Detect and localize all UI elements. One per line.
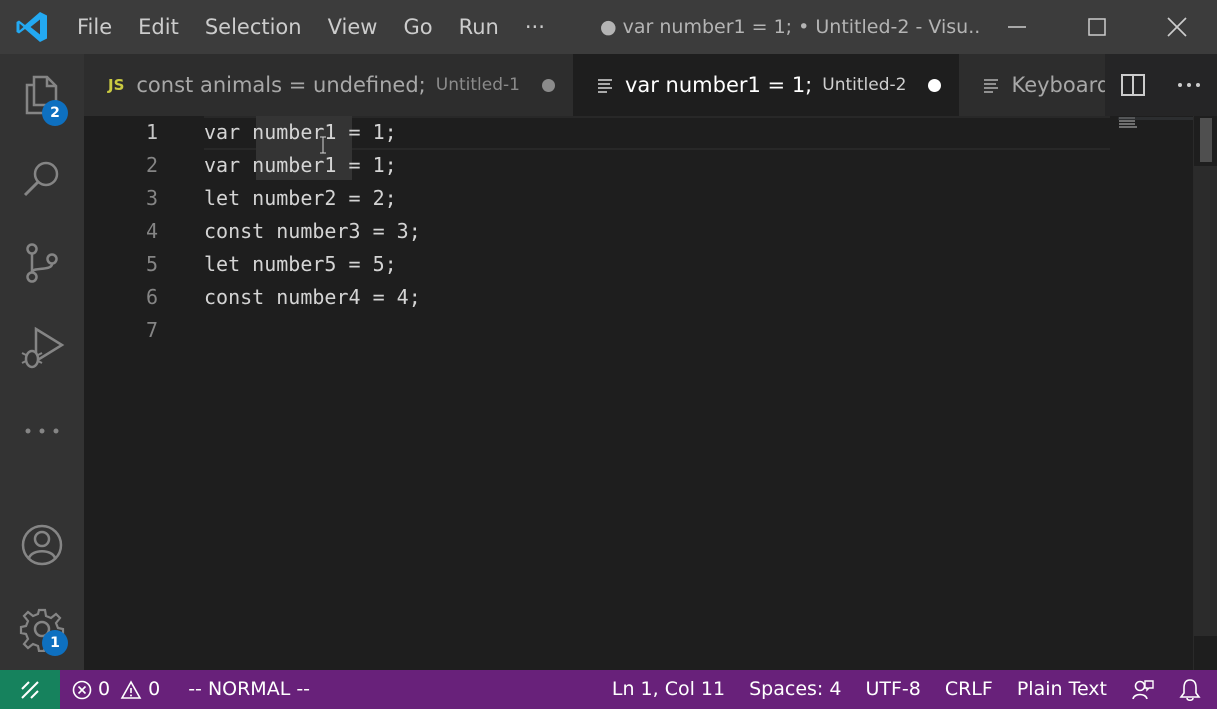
status-bar: 0 0 -- NORMAL -- Ln 1, Col 11 Spaces: 4 … xyxy=(0,670,1217,709)
vertical-scrollbar[interactable] xyxy=(1193,116,1217,670)
editor-tabs: JS const animals = undefined; Untitled-1… xyxy=(84,54,1217,116)
code-line[interactable]: 7 xyxy=(84,314,1109,347)
menu-run[interactable]: Run xyxy=(446,0,512,54)
code-line[interactable]: 5 let number5 = 5; xyxy=(84,248,1109,281)
line-text[interactable]: const number4 = 4; xyxy=(204,281,421,314)
window-controls xyxy=(977,0,1217,54)
account-icon xyxy=(21,524,63,566)
notifications-button[interactable] xyxy=(1167,670,1217,709)
code-line[interactable]: 4 const number3 = 3; xyxy=(84,215,1109,248)
menu-file[interactable]: File xyxy=(64,0,125,54)
minimap-preview xyxy=(1118,117,1193,128)
close-button[interactable] xyxy=(1137,0,1217,54)
tab-untitled-1[interactable]: JS const animals = undefined; Untitled-1 xyxy=(84,54,573,116)
tab-keyboard-shortcuts[interactable]: Keyboard xyxy=(959,54,1129,116)
menu-selection[interactable]: Selection xyxy=(192,0,315,54)
scrollbar-track[interactable] xyxy=(1194,166,1217,636)
unsaved-dot-icon[interactable] xyxy=(541,78,555,92)
tab-untitled-2[interactable]: var number1 = 1; Untitled-2 xyxy=(572,54,960,116)
line-number: 5 xyxy=(145,252,158,276)
maximize-button[interactable] xyxy=(1057,0,1137,54)
feedback-icon xyxy=(1132,679,1154,699)
menu-go[interactable]: Go xyxy=(390,0,445,54)
tab-label: var number1 = 1; xyxy=(624,73,813,97)
cursor-position[interactable]: Ln 1, Col 11 xyxy=(600,670,737,709)
code-line[interactable]: 6 const number4 = 4; xyxy=(84,281,1109,314)
unsaved-dot-icon[interactable] xyxy=(928,78,942,92)
line-text[interactable]: var number1 = 1; xyxy=(204,116,397,149)
activity-manage[interactable]: 1 xyxy=(0,592,84,666)
maximize-icon xyxy=(1088,18,1106,36)
line-text[interactable]: const number3 = 3; xyxy=(204,215,421,248)
minimap[interactable] xyxy=(1118,116,1193,136)
line-number: 6 xyxy=(145,285,158,309)
activity-bar: 2 1 xyxy=(0,54,84,670)
minimize-button[interactable] xyxy=(977,0,1057,54)
title-bar: File Edit Selection View Go Run ··· ● va… xyxy=(0,0,1217,54)
activity-run-debug[interactable] xyxy=(0,310,84,384)
problems-indicator[interactable]: 0 0 xyxy=(60,670,172,709)
window-title: ● var number1 = 1; • Untitled-2 - Visu..… xyxy=(600,16,980,38)
tab-label: const animals = undefined; xyxy=(136,73,426,97)
editor-actions xyxy=(1105,54,1217,116)
line-number: 4 xyxy=(145,219,158,243)
error-icon xyxy=(72,680,92,699)
javascript-file-icon: JS xyxy=(108,76,125,94)
scrollbar-thumb[interactable] xyxy=(1200,118,1212,162)
menu-bar: File Edit Selection View Go Run ··· xyxy=(64,0,558,54)
feedback-button[interactable] xyxy=(1119,670,1167,709)
error-count: 0 xyxy=(98,678,111,700)
activity-source-control[interactable] xyxy=(0,226,84,300)
warning-icon xyxy=(120,679,142,699)
tab-label: Keyboard xyxy=(1011,73,1111,97)
code-line[interactable]: 2 var number1 = 1; xyxy=(84,149,1109,182)
line-number: 7 xyxy=(145,318,158,342)
mouse-cursor-icon xyxy=(320,136,326,154)
code-line[interactable]: 3 let number2 = 2; xyxy=(84,182,1109,215)
end-of-line[interactable]: CRLF xyxy=(933,670,1005,709)
close-icon xyxy=(1167,17,1187,37)
minimize-icon xyxy=(1008,26,1026,28)
code-line[interactable]: 1 var number1 = 1; xyxy=(84,116,1109,149)
line-text[interactable]: let number5 = 5; xyxy=(204,248,397,281)
warning-count: 0 xyxy=(148,678,161,700)
menu-edit[interactable]: Edit xyxy=(125,0,192,54)
line-number: 3 xyxy=(145,186,158,210)
source-control-icon xyxy=(26,243,58,283)
language-mode[interactable]: Plain Text xyxy=(1005,670,1119,709)
settings-badge: 1 xyxy=(42,630,68,656)
line-text[interactable]: var number1 = 1; xyxy=(204,149,397,182)
status-bar-right: Ln 1, Col 11 Spaces: 4 UTF-8 CRLF Plain … xyxy=(600,670,1217,709)
line-number: 2 xyxy=(145,153,158,177)
activity-search[interactable] xyxy=(0,142,84,216)
vscode-logo-icon xyxy=(0,0,64,54)
search-icon xyxy=(23,161,59,197)
activity-explorer[interactable]: 2 xyxy=(0,58,84,132)
plain-text-file-icon xyxy=(984,79,999,93)
vim-mode: -- NORMAL -- xyxy=(188,678,311,700)
tab-description: Untitled-1 xyxy=(435,75,520,95)
remote-indicator[interactable] xyxy=(0,670,60,709)
menu-more[interactable]: ··· xyxy=(512,0,558,54)
plain-text-file-icon xyxy=(597,79,612,93)
explorer-badge: 2 xyxy=(42,100,68,126)
remote-icon xyxy=(21,680,39,699)
line-number: 1 xyxy=(145,120,158,144)
line-text[interactable]: let number2 = 2; xyxy=(204,182,397,215)
more-actions-icon[interactable] xyxy=(1176,72,1202,98)
encoding[interactable]: UTF-8 xyxy=(853,670,932,709)
bell-icon xyxy=(1179,678,1201,701)
code-editor[interactable]: 1 var number1 = 1; 2 var number1 = 1; 3 … xyxy=(84,116,1217,670)
split-editor-icon[interactable] xyxy=(1120,72,1146,98)
run-debug-icon xyxy=(21,326,65,369)
activity-more[interactable] xyxy=(0,394,84,468)
more-icon xyxy=(25,428,59,434)
menu-view[interactable]: View xyxy=(315,0,391,54)
activity-accounts[interactable] xyxy=(0,508,84,582)
indentation[interactable]: Spaces: 4 xyxy=(737,670,853,709)
tab-description: Untitled-2 xyxy=(822,75,907,95)
